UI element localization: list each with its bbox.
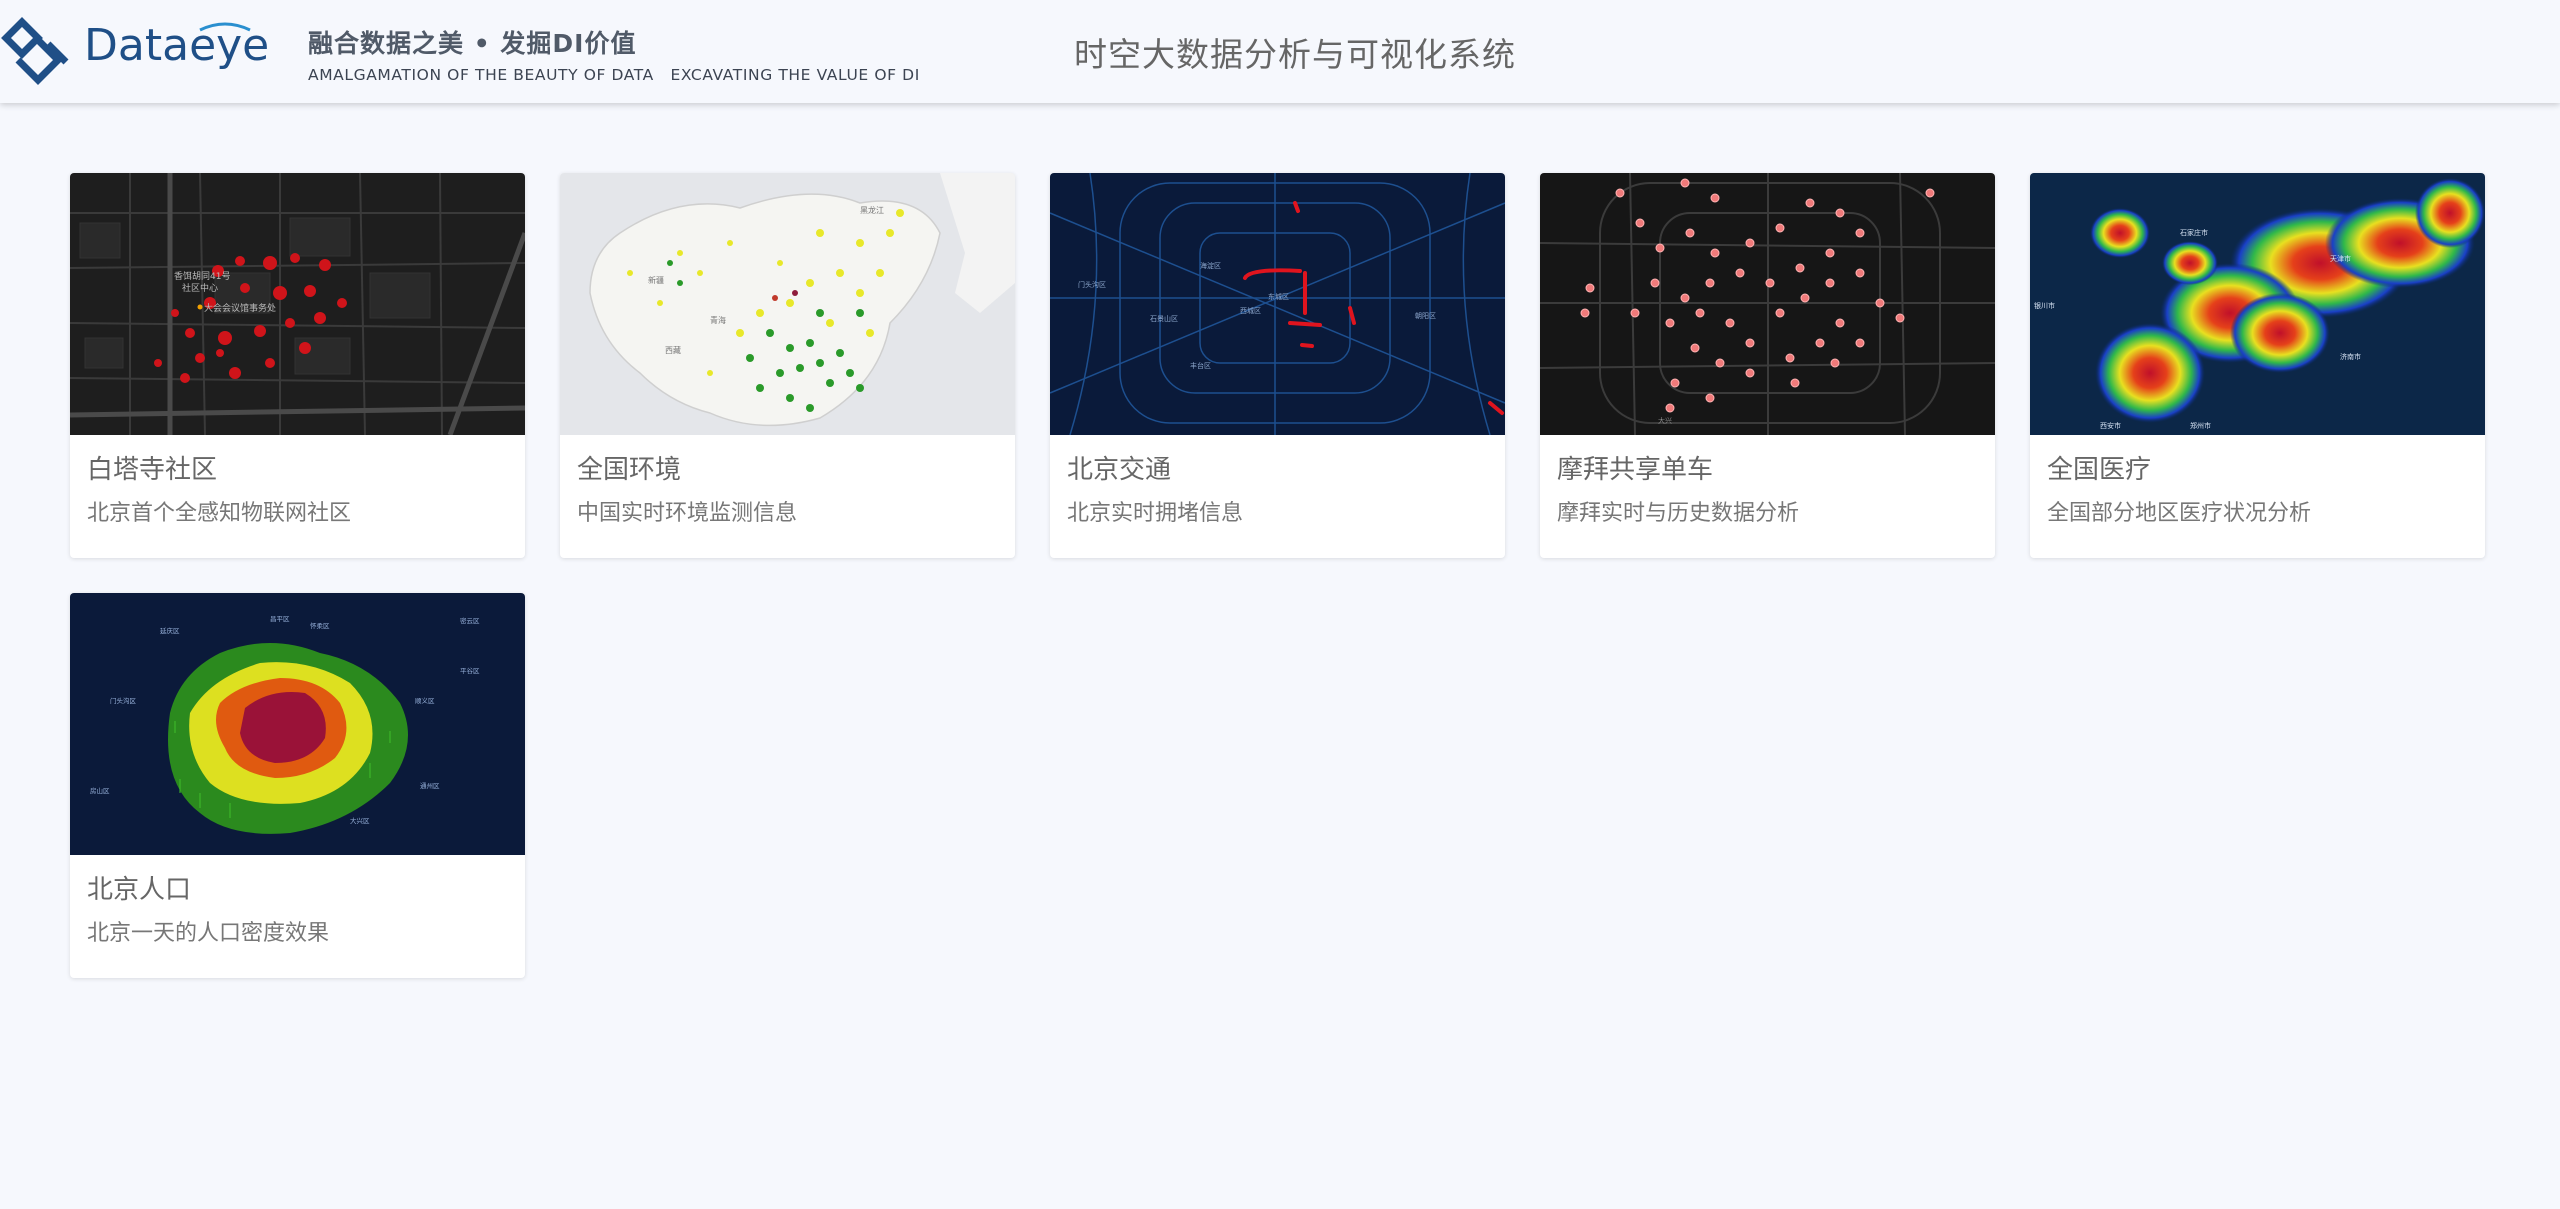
thumb-label: 香饵胡同41号 bbox=[174, 270, 230, 282]
logo-eye-arc-icon bbox=[199, 22, 251, 32]
card-description: 全国部分地区医疗状况分析 bbox=[2047, 501, 2312, 526]
project-card-baitasi[interactable]: 香饵胡同41号 社区中心 大会会议馆事务处 白塔寺社区 北京首个全感知物联网社区 bbox=[70, 173, 525, 558]
thumb-label: 新疆 bbox=[648, 275, 664, 285]
project-card-national-environment[interactable]: 新疆 西藏 青海 黑龙江 全国环境 中国实时环境监测信息 bbox=[560, 173, 1015, 558]
card-title: 北京人口 bbox=[87, 875, 192, 905]
thumb-label: 平谷区 bbox=[460, 666, 480, 675]
slogan-chinese: 融合数据之美 • 发掘DI价值 bbox=[308, 29, 637, 58]
card-thumbnail: 门头沟区 石景山区 西城区 东城区 朝阳区 海淀区 丰台区 bbox=[1050, 173, 1505, 435]
china-map-thumbnail: 新疆 西藏 青海 黑龙江 bbox=[560, 173, 1015, 435]
thumb-label: 西安市 bbox=[2100, 421, 2121, 430]
card-description: 北京首个全感知物联网社区 bbox=[87, 501, 352, 526]
traffic-map-thumbnail: 门头沟区 石景山区 西城区 东城区 朝阳区 海淀区 丰台区 bbox=[1050, 173, 1505, 435]
card-title: 北京交通 bbox=[1067, 455, 1172, 485]
thumb-label: 怀柔区 bbox=[310, 621, 330, 630]
thumb-label: 顺义区 bbox=[415, 697, 435, 705]
card-title: 白塔寺社区 bbox=[87, 455, 218, 485]
project-card-beijing-traffic[interactable]: 门头沟区 石景山区 西城区 东城区 朝阳区 海淀区 丰台区 北京交通 北京实时拥… bbox=[1050, 173, 1505, 558]
thumb-label: 昌平区 bbox=[270, 615, 290, 623]
slogan-english: AMALGAMATION OF THE BEAUTY OF DATA EXCAV… bbox=[308, 66, 920, 84]
thumb-label: 朝阳区 bbox=[1415, 311, 1436, 320]
thumb-label: 石景山区 bbox=[1150, 314, 1178, 323]
heatmap-thumbnail: 石家庄市 天津市 济南市 郑州市 银川市 西安市 bbox=[2030, 173, 2485, 435]
thumb-label: 密云区 bbox=[460, 616, 480, 625]
logo-text-eye: eye bbox=[189, 20, 270, 71]
thumb-label: 天津市 bbox=[2330, 254, 2351, 263]
card-description: 摩拜实时与历史数据分析 bbox=[1557, 501, 1800, 526]
thumb-label: 黑龙江 bbox=[860, 205, 884, 215]
thumb-label: 银川市 bbox=[2034, 301, 2055, 310]
project-card-mobike[interactable]: 大兴 摩拜共享单车 摩拜实时与历史数据分析 bbox=[1540, 173, 1995, 558]
project-card-national-medical[interactable]: 石家庄市 天津市 济南市 郑州市 银川市 西安市 全国医疗 全国部分地区医疗状况… bbox=[2030, 173, 2485, 558]
card-title: 摩拜共享单车 bbox=[1557, 455, 1714, 485]
bike-map-thumbnail: 大兴 bbox=[1540, 173, 1995, 435]
card-thumbnail: 大兴 bbox=[1540, 173, 1995, 435]
thumb-label: 大兴 bbox=[1658, 416, 1672, 425]
thumb-label: 东城区 bbox=[1268, 292, 1289, 301]
card-thumbnail: 新疆 西藏 青海 黑龙江 bbox=[560, 173, 1015, 435]
card-thumbnail: 石家庄市 天津市 济南市 郑州市 银川市 西安市 bbox=[2030, 173, 2485, 435]
dataeye-logo[interactable]: Dataeye bbox=[0, 16, 269, 88]
card-thumbnail: 香饵胡同41号 社区中心 大会会议馆事务处 bbox=[70, 173, 525, 435]
thumb-label: 青海 bbox=[710, 315, 726, 325]
thumb-label: 延庆区 bbox=[160, 626, 180, 635]
thumb-label: 门头沟区 bbox=[110, 696, 137, 705]
population-3d-map-thumbnail: 延庆区 怀柔区 密云区 平谷区 顺义区 通州区 大兴区 房山区 门头沟区 昌平区 bbox=[70, 593, 525, 855]
thumb-label: 郑州市 bbox=[2190, 421, 2211, 430]
dark-street-map-thumbnail: 香饵胡同41号 社区中心 大会会议馆事务处 bbox=[70, 173, 525, 435]
thumb-label: 海淀区 bbox=[1200, 261, 1221, 270]
top-header: Dataeye 融合数据之美 • 发掘DI价值 AMALGAMATION OF … bbox=[0, 0, 2560, 103]
card-description: 北京实时拥堵信息 bbox=[1067, 501, 1244, 526]
thumb-label: 西城区 bbox=[1240, 307, 1261, 315]
project-card-beijing-population[interactable]: 延庆区 怀柔区 密云区 平谷区 顺义区 通州区 大兴区 房山区 门头沟区 昌平区… bbox=[70, 593, 525, 978]
slogan: 融合数据之美 • 发掘DI价值 AMALGAMATION OF THE BEAU… bbox=[308, 24, 920, 84]
logo-text-data: Data bbox=[84, 20, 190, 71]
thumb-label: 大兴区 bbox=[350, 816, 370, 825]
thumb-label: 济南市 bbox=[2340, 352, 2361, 361]
thumb-label: 西藏 bbox=[665, 345, 681, 355]
thumb-label: 门头沟区 bbox=[1078, 280, 1106, 289]
card-title: 全国医疗 bbox=[2047, 455, 2152, 485]
card-thumbnail: 延庆区 怀柔区 密云区 平谷区 顺义区 通州区 大兴区 房山区 门头沟区 昌平区 bbox=[70, 593, 525, 855]
card-description: 中国实时环境监测信息 bbox=[577, 501, 798, 526]
page-title: 时空大数据分析与可视化系统 bbox=[1074, 35, 1516, 74]
card-description: 北京一天的人口密度效果 bbox=[87, 921, 330, 946]
thumb-label: 通州区 bbox=[420, 781, 440, 790]
thumb-label: 丰台区 bbox=[1190, 361, 1211, 370]
thumb-label: 房山区 bbox=[90, 786, 110, 795]
thumb-label: 石家庄市 bbox=[2180, 228, 2208, 237]
card-title: 全国环境 bbox=[577, 455, 682, 485]
thumb-label: 社区中心 bbox=[182, 282, 218, 294]
thumb-label: 大会会议馆事务处 bbox=[204, 302, 276, 314]
